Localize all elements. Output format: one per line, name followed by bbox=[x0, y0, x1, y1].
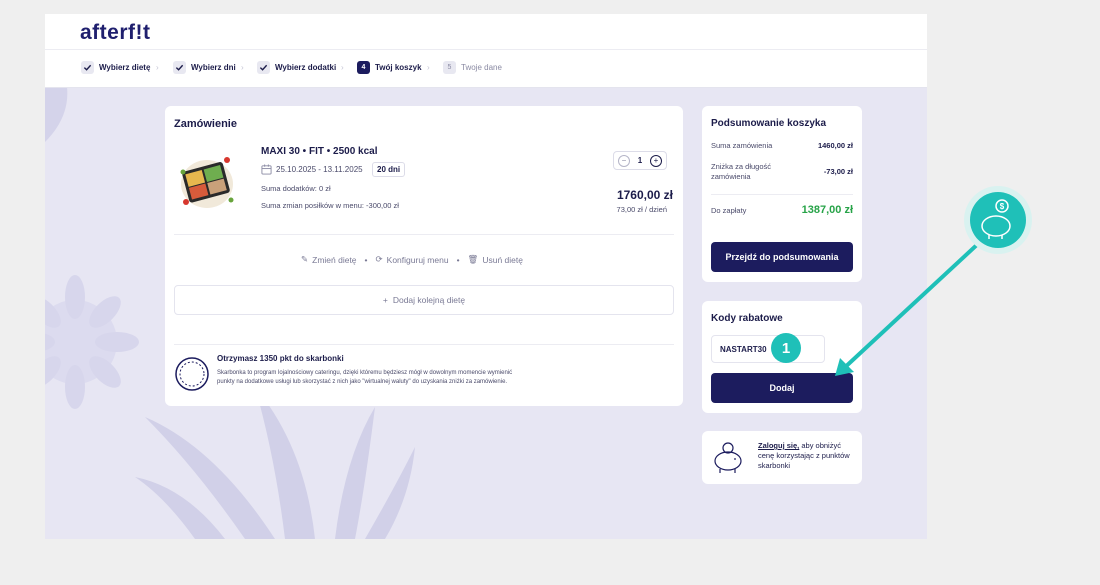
add-diet-button[interactable]: + Dodaj kolejną dietę bbox=[174, 285, 674, 315]
to-pay-label: Do zapłaty bbox=[711, 206, 747, 215]
minus-icon[interactable]: − bbox=[618, 154, 630, 167]
date-range: 25.10.2025 - 13.11.2025 bbox=[276, 165, 363, 174]
step-choose-diet[interactable]: Wybierz dietę bbox=[81, 60, 150, 74]
diet-meal-image bbox=[180, 157, 234, 208]
addons-sum: Suma dodatków: 0 zł bbox=[261, 184, 331, 193]
step-label: Wybierz dni bbox=[191, 62, 236, 72]
divider bbox=[174, 344, 674, 345]
plus-icon[interactable]: + bbox=[649, 154, 662, 167]
svg-text:$: $ bbox=[1000, 202, 1005, 211]
step-label: Wybierz dodatki bbox=[275, 62, 337, 72]
check-icon bbox=[257, 60, 270, 74]
checkout-steps: Wybierz dietę › Wybierz dni › Wybierz do… bbox=[45, 50, 927, 88]
order-sum-value: 1460,00 zł bbox=[817, 141, 853, 150]
menu-changes-sum: Suma zmian posiłków w menu: -300,00 zł bbox=[261, 201, 399, 210]
chevron-right-icon: › bbox=[427, 63, 430, 72]
coin-icon bbox=[175, 357, 209, 391]
diet-actions: ✎ Zmień dietę • ⟳ Konfiguruj menu • 🗑 Us… bbox=[301, 254, 523, 265]
trash-icon: 🗑 bbox=[467, 254, 479, 264]
quantity-value[interactable]: 1 bbox=[638, 156, 642, 165]
refresh-icon: ⟳ bbox=[375, 254, 383, 264]
brand-logo[interactable]: afterf!t bbox=[80, 21, 151, 45]
step-choose-addons[interactable]: Wybierz dodatki bbox=[257, 60, 336, 74]
step-choose-days[interactable]: Wybierz dni bbox=[173, 60, 236, 74]
step-number: 5 bbox=[443, 60, 456, 74]
step-label: Twoje dane bbox=[461, 62, 502, 72]
points-description: Skarbonka to program lojalnościowy cater… bbox=[217, 370, 513, 385]
step-number: 4 bbox=[357, 60, 370, 74]
top-header: afterf!t bbox=[45, 14, 927, 50]
pencil-icon: ✎ bbox=[301, 254, 309, 264]
dot-separator: • bbox=[456, 254, 460, 265]
remove-diet-link[interactable]: Usuń dietę bbox=[482, 255, 523, 265]
chevron-right-icon: › bbox=[156, 63, 159, 72]
summary-title: Podsumowanie koszyka bbox=[711, 118, 827, 129]
plus-icon: + bbox=[382, 295, 388, 305]
points-title: Otrzymasz 1350 pkt do skarbonki bbox=[217, 354, 344, 363]
configure-menu-link[interactable]: Konfiguruj menu bbox=[387, 255, 449, 265]
login-link[interactable]: Zaloguj się, bbox=[758, 441, 799, 450]
chevron-right-icon: › bbox=[241, 63, 244, 72]
calendar-icon bbox=[261, 164, 272, 175]
order-title: Zamówienie bbox=[174, 118, 237, 130]
login-prompt: Zaloguj się, aby obniżyć cenę korzystają… bbox=[758, 441, 854, 471]
change-diet-link[interactable]: Zmień dietę bbox=[312, 255, 356, 265]
check-icon bbox=[173, 60, 186, 74]
step-your-data[interactable]: 5 Twoje dane bbox=[443, 60, 502, 74]
price-per-day: 73,00 zł / dzień bbox=[616, 205, 667, 214]
days-badge: 20 dni bbox=[372, 162, 406, 177]
diet-price: 1760,00 zł bbox=[616, 188, 673, 202]
order-card: Zamówienie MAXI 30 • FIT • 2500 kcal 25.… bbox=[165, 106, 683, 406]
pointer-arrow-line bbox=[840, 240, 982, 372]
step-label: Twój koszyk bbox=[375, 62, 422, 72]
add-diet-label: Dodaj kolejną dietę bbox=[392, 295, 466, 305]
promo-code-value: NASTART30 bbox=[720, 345, 767, 354]
step-label: Wybierz dietę bbox=[99, 62, 151, 72]
quantity-stepper: − 1 + bbox=[613, 151, 667, 170]
check-icon bbox=[81, 60, 94, 74]
discount-value: -73,00 zł bbox=[823, 167, 853, 176]
diet-name: MAXI 30 • FIT • 2500 kcal bbox=[261, 146, 378, 157]
dot-separator: • bbox=[364, 254, 368, 265]
step-your-cart[interactable]: 4 Twój koszyk bbox=[357, 60, 422, 74]
chevron-right-icon: › bbox=[341, 63, 344, 72]
discount-label: Zniżka za długość zamówienia bbox=[711, 162, 772, 181]
login-card: Zaloguj się, aby obniżyć cenę korzystają… bbox=[702, 431, 862, 484]
divider bbox=[174, 234, 674, 235]
piggy-bank-icon bbox=[714, 442, 742, 473]
promo-title: Kody rabatowe bbox=[711, 313, 783, 324]
piggy-bank-badge-icon: $ bbox=[964, 186, 1032, 254]
order-sum-label: Suma zamówienia bbox=[711, 141, 773, 150]
